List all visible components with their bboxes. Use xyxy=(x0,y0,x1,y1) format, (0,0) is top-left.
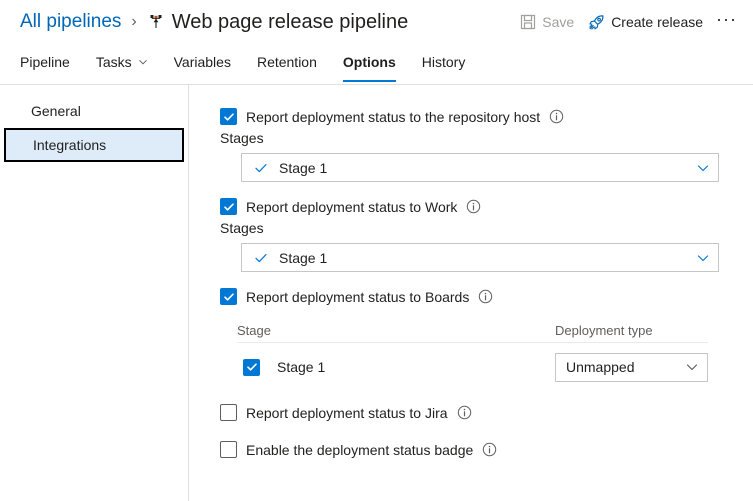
tab-variables-label: Variables xyxy=(173,54,231,70)
chevron-down-icon xyxy=(696,161,710,175)
options-sidebar: General Integrations xyxy=(0,85,189,501)
integrations-panel: Report deployment status to the reposito… xyxy=(190,85,753,501)
tab-options[interactable]: Options xyxy=(342,44,396,82)
checkbox-boards[interactable] xyxy=(220,288,237,305)
check-icon xyxy=(254,161,268,175)
checkbox-status-badge[interactable] xyxy=(220,441,237,458)
chevron-down-icon xyxy=(138,57,148,67)
tab-history[interactable]: History xyxy=(422,44,466,82)
work-stages-value: Stage 1 xyxy=(279,249,328,266)
table-row: Stage 1 Unmapped xyxy=(237,343,708,391)
info-icon[interactable] xyxy=(478,289,493,304)
tab-pipeline-label: Pipeline xyxy=(20,54,70,70)
sidebar-item-general-label: General xyxy=(31,103,81,119)
work-stages-dropdown[interactable]: Stage 1 xyxy=(241,243,719,272)
tab-pipeline[interactable]: Pipeline xyxy=(20,44,70,82)
tab-bar: Pipeline Tasks Variables Retention Optio… xyxy=(0,44,753,85)
option-repository-host[interactable]: Report deployment status to the reposito… xyxy=(190,108,753,125)
header-toolbar: Save Create release ··· xyxy=(513,0,743,44)
save-label: Save xyxy=(542,14,575,30)
tab-retention[interactable]: Retention xyxy=(257,44,317,82)
info-icon[interactable] xyxy=(549,109,564,124)
info-icon[interactable] xyxy=(466,199,481,214)
release-pipeline-icon xyxy=(146,12,166,32)
deployment-type-dropdown[interactable]: Unmapped xyxy=(555,352,708,382)
tab-retention-label: Retention xyxy=(256,54,317,70)
table-header-row: Stage Deployment type xyxy=(237,319,708,343)
check-icon xyxy=(254,251,268,265)
option-jira[interactable]: Report deployment status to Jira xyxy=(190,404,753,421)
option-work-label: Report deployment status to Work xyxy=(246,198,458,215)
checkbox-repository-host[interactable] xyxy=(220,108,237,125)
option-status-badge[interactable]: Enable the deployment status badge xyxy=(190,441,753,458)
column-header-stage: Stage xyxy=(237,323,271,338)
tab-variables[interactable]: Variables xyxy=(174,44,231,82)
option-jira-label: Report deployment status to Jira xyxy=(246,404,448,421)
sidebar-item-integrations[interactable]: Integrations xyxy=(4,128,184,162)
info-icon[interactable] xyxy=(482,442,497,457)
tab-options-label: Options xyxy=(342,54,396,70)
table-cell-stage: Stage 1 xyxy=(237,358,555,376)
option-boards[interactable]: Report deployment status to Boards xyxy=(190,288,753,305)
save-floppy-icon xyxy=(520,14,536,30)
breadcrumb: All pipelines › Web page release pipelin… xyxy=(20,11,408,34)
breadcrumb-chevron-icon: › xyxy=(131,13,137,30)
tab-history-label: History xyxy=(421,54,466,70)
rocket-icon xyxy=(588,14,605,31)
option-boards-label: Report deployment status to Boards xyxy=(246,288,470,305)
repository-host-stages-value: Stage 1 xyxy=(279,159,328,176)
tab-tasks[interactable]: Tasks xyxy=(96,44,148,82)
chevron-down-icon xyxy=(696,251,710,265)
option-work[interactable]: Report deployment status to Work xyxy=(190,198,753,215)
option-repository-host-label: Report deployment status to the reposito… xyxy=(246,108,541,125)
work-stages-label: Stages xyxy=(220,220,264,236)
tab-tasks-label: Tasks xyxy=(95,54,132,70)
deployment-type-value: Unmapped xyxy=(566,359,635,375)
checkbox-jira[interactable] xyxy=(220,404,237,421)
create-release-button[interactable]: Create release xyxy=(581,10,710,35)
breadcrumb-all-pipelines-link[interactable]: All pipelines xyxy=(20,11,121,33)
save-button[interactable]: Save xyxy=(513,10,581,34)
table-cell-deployment-type: Unmapped xyxy=(555,352,708,382)
info-icon[interactable] xyxy=(457,405,472,420)
column-header-deployment-type: Deployment type xyxy=(555,323,653,338)
repository-host-stages-label: Stages xyxy=(220,130,264,146)
sidebar-item-integrations-label: Integrations xyxy=(33,137,107,153)
sidebar-item-general[interactable]: General xyxy=(4,94,184,128)
checkbox-boards-stage-1[interactable] xyxy=(243,358,260,376)
option-status-badge-label: Enable the deployment status badge xyxy=(246,441,474,458)
repository-host-stages-dropdown[interactable]: Stage 1 xyxy=(241,153,719,182)
page-header: All pipelines › Web page release pipelin… xyxy=(0,0,753,44)
page-title: Web page release pipeline xyxy=(171,10,409,33)
boards-stage-1-label: Stage 1 xyxy=(277,359,326,375)
checkbox-work[interactable] xyxy=(220,198,237,215)
chevron-down-icon xyxy=(685,360,699,374)
more-options-button[interactable]: ··· xyxy=(710,9,743,36)
boards-stage-mapping-table: Stage Deployment type Stage 1 Unmapped xyxy=(237,319,708,391)
create-release-label: Create release xyxy=(611,14,704,30)
